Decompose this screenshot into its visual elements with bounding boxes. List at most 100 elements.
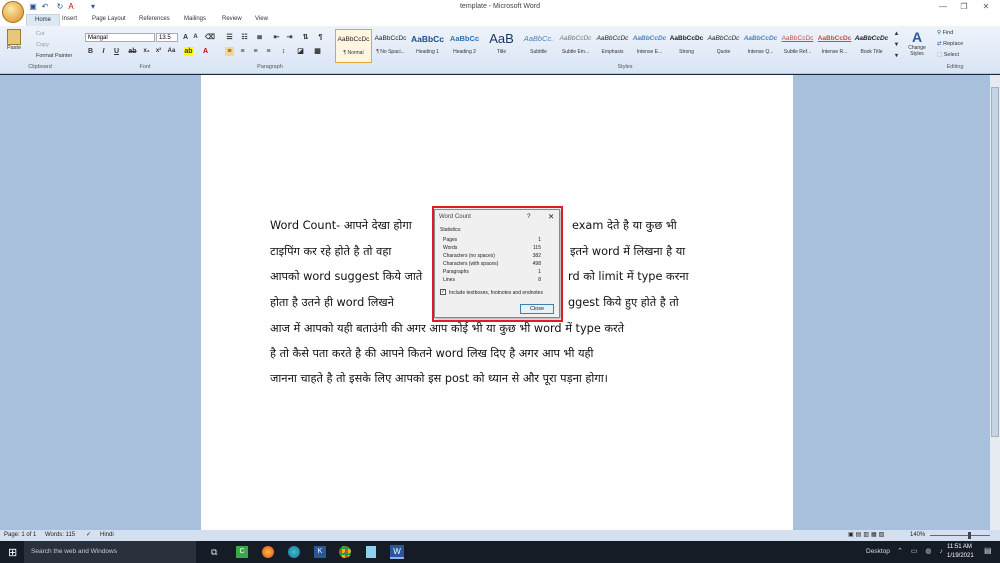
font-group-label: Font	[139, 64, 151, 70]
style-quote[interactable]: AaBbCcDc Quote	[705, 29, 742, 63]
change-styles-label: Change Styles	[908, 45, 926, 57]
style-intense-emphasis[interactable]: AaBbCcDc Intense E...	[631, 29, 668, 63]
align-right-icon[interactable]: ≡	[251, 47, 260, 56]
show-marks-icon[interactable]: ¶	[316, 33, 325, 42]
style-heading-2[interactable]: AaBbCc Heading 2	[446, 29, 483, 63]
scroll-thumb[interactable]	[991, 87, 999, 437]
style-subtle-reference[interactable]: AaBbCcDc Subtle Ref...	[779, 29, 816, 63]
paste-icon	[7, 29, 21, 45]
justify-icon[interactable]: ≡	[264, 47, 273, 56]
tab-home[interactable]: Home	[26, 14, 61, 26]
change-case-icon[interactable]: Aa	[167, 47, 176, 56]
style-no-spacing[interactable]: AaBbCcDc ¶ No Spaci...	[372, 29, 409, 63]
font-color-button-icon[interactable]: A	[201, 47, 210, 56]
taskbar: ⊞ Search the web and Windows ⧉ C K W Des…	[0, 541, 1000, 563]
camtasia-icon[interactable]: C	[236, 546, 248, 558]
taskbar-search-input[interactable]: Search the web and Windows	[31, 548, 117, 555]
superscript-icon[interactable]: x²	[154, 47, 163, 56]
word-taskbar-icon[interactable]: W	[390, 545, 404, 559]
increase-indent-icon[interactable]: ⇥	[285, 33, 294, 42]
doc-line: Word Count- आपने देखा होगा	[270, 219, 412, 232]
tab-references[interactable]: References	[139, 16, 170, 22]
proofing-icon[interactable]: ✓	[86, 531, 91, 538]
style-subtle-emphasis[interactable]: AaBbCcDc Subtle Em...	[557, 29, 594, 63]
underline-icon[interactable]: U	[112, 47, 121, 56]
select-button[interactable]: ⬚ Select	[937, 52, 959, 58]
tab-insert[interactable]: Insert	[62, 16, 77, 22]
bullets-icon[interactable]: ☰	[225, 33, 234, 42]
doc-line: exam देते है या कुछ भी	[572, 219, 677, 232]
zoom-level[interactable]: 140%	[910, 532, 925, 538]
format-painter-button[interactable]: Format Painter	[36, 53, 72, 59]
decrease-indent-icon[interactable]: ⇤	[272, 33, 281, 42]
tab-review[interactable]: Review	[222, 16, 242, 22]
tab-mailings[interactable]: Mailings	[184, 16, 206, 22]
paragraph-group-label: Paragraph	[257, 64, 283, 70]
styles-scroll-down-icon[interactable]: ▼	[892, 41, 901, 50]
tab-view[interactable]: View	[255, 16, 268, 22]
change-styles-icon: A	[911, 29, 923, 45]
tab-page-layout[interactable]: Page Layout	[92, 16, 126, 22]
zoom-slider[interactable]	[930, 535, 990, 536]
doc-line: है तो कैसे पता करते है की आपने कितने wor…	[270, 347, 594, 360]
clipboard-group-label: Clipboard	[28, 64, 52, 70]
style-book-title[interactable]: AaBbCcDc Book Title	[853, 29, 890, 63]
numbering-icon[interactable]: ☷	[240, 33, 249, 42]
edge-icon[interactable]	[288, 546, 300, 558]
app-icon[interactable]: K	[314, 546, 326, 558]
zoom-slider-thumb[interactable]	[968, 532, 971, 539]
office-button[interactable]	[2, 1, 24, 23]
language[interactable]: Hindi	[100, 532, 114, 538]
highlight-icon[interactable]: ab	[184, 47, 193, 56]
style-normal[interactable]: AaBbCcDc ¶ Normal	[335, 29, 372, 63]
clock-time[interactable]: 11:51 AM	[947, 544, 972, 550]
task-view-icon[interactable]: ⧉	[211, 547, 217, 558]
sort-icon[interactable]: ⇅	[301, 33, 310, 42]
style-emphasis[interactable]: AaBbCcDc Emphasis	[594, 29, 631, 63]
windows-start-icon[interactable]: ⊞	[8, 546, 17, 559]
style-heading-1[interactable]: AaBbCc Heading 1	[409, 29, 446, 63]
close-icon[interactable]: ✕	[972, 0, 1000, 14]
line-spacing-icon[interactable]: ↕	[279, 47, 288, 56]
find-button[interactable]: ⚲ Find	[937, 30, 953, 36]
font-family-select[interactable]: Mangal	[85, 33, 155, 42]
view-buttons[interactable]: ▣▤▥▦▧	[848, 531, 886, 538]
strikethrough-icon[interactable]: ab	[128, 47, 137, 56]
align-left-icon[interactable]: ≡	[225, 47, 234, 56]
italic-icon[interactable]: I	[99, 47, 108, 56]
page-count[interactable]: Page: 1 of 1	[4, 532, 36, 538]
firefox-icon[interactable]	[262, 546, 274, 558]
clear-format-icon[interactable]: ⌫	[205, 33, 215, 42]
align-center-icon[interactable]: ≡	[238, 47, 247, 56]
font-size-select[interactable]: 13.5	[156, 33, 178, 42]
style-subtitle[interactable]: AaBbCc. Subtitle	[520, 29, 557, 63]
chrome-icon[interactable]	[339, 546, 351, 558]
subscript-icon[interactable]: x₂	[142, 47, 151, 56]
style-title[interactable]: AaB Title	[483, 29, 520, 63]
cut-button[interactable]: Cut	[36, 31, 45, 37]
tray-icons[interactable]: ⌃ ▭ ◍ ♪	[897, 547, 946, 555]
select-icon: ⬚	[937, 52, 944, 58]
shrink-font-icon[interactable]: A	[191, 33, 200, 42]
style-intense-reference[interactable]: AaBbCcDc Intense R...	[816, 29, 853, 63]
borders-icon[interactable]: ▦	[313, 47, 322, 56]
shading-icon[interactable]: ◪	[296, 47, 305, 56]
grow-font-icon[interactable]: A	[181, 33, 190, 42]
style-intense-quote[interactable]: AaBbCcDc Intense Q...	[742, 29, 779, 63]
clock-date[interactable]: 1/19/2021	[947, 553, 974, 559]
styles-more-icon[interactable]: ▾	[892, 52, 901, 61]
style-strong[interactable]: AaBbCcDc Strong	[668, 29, 705, 63]
styles-scroll-up-icon[interactable]: ▲	[892, 30, 901, 39]
doc-line: rd को limit में type करना	[568, 270, 689, 283]
desktop-label[interactable]: Desktop	[866, 548, 890, 555]
replace-button[interactable]: ⇄ Replace	[937, 41, 963, 47]
notepad-icon[interactable]	[366, 546, 376, 558]
word-count[interactable]: Words: 115	[45, 532, 75, 538]
notification-icon[interactable]: ▤	[984, 546, 992, 555]
paste-button[interactable]: Paste	[4, 29, 24, 59]
vertical-scrollbar[interactable]	[990, 75, 1000, 530]
bold-icon[interactable]: B	[86, 47, 95, 56]
multilevel-list-icon[interactable]: ≣	[255, 33, 264, 42]
change-styles-button[interactable]: A Change Styles	[903, 29, 931, 57]
copy-button[interactable]: Copy	[36, 42, 49, 48]
